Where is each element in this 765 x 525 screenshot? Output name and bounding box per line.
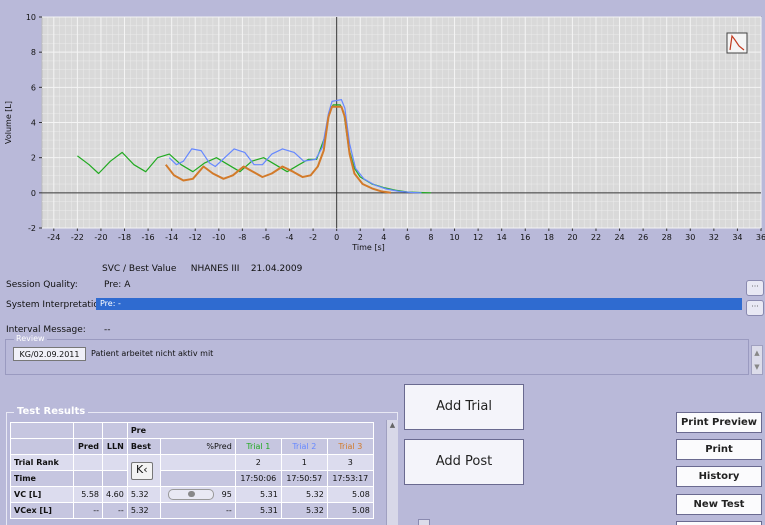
x-tick-label: 28	[662, 233, 672, 242]
x-tick-label: -2	[309, 233, 317, 242]
x-tick-label: 10	[449, 233, 459, 242]
x-tick-label: -14	[165, 233, 178, 242]
y-axis-label: Volume [L]	[4, 101, 13, 144]
review-tag-button[interactable]: KG/02.09.2011	[13, 347, 86, 361]
col-trial-1: Trial 1	[234, 438, 282, 455]
x-tick-label: 14	[497, 233, 507, 242]
x-tick-label: 8	[428, 233, 433, 242]
scroll-down-icon[interactable]: ▼	[752, 360, 762, 374]
x-tick-label: 24	[614, 233, 624, 242]
x-tick-label: -6	[262, 233, 270, 242]
slider-thumb[interactable]	[187, 491, 195, 497]
x-tick-label: -10	[212, 233, 225, 242]
pct-pred-value: 95	[221, 490, 232, 499]
interval-message-value: --	[104, 325, 111, 335]
next-button-edge[interactable]	[676, 521, 762, 525]
col-trial-2: Trial 2	[280, 438, 328, 455]
x-tick-label: 20	[567, 233, 577, 242]
y-tick-label: 8	[31, 48, 36, 57]
lung-curve-icon[interactable]	[726, 32, 748, 54]
y-tick-label: 0	[31, 189, 36, 198]
test-header: SVC / Best Value NHANES III 21.04.2009	[102, 264, 302, 274]
x-tick-label: -16	[142, 233, 155, 242]
table-row: VC [L] 5.58 4.60 5.32 95 5.31 5.32 5.08	[10, 486, 374, 503]
x-tick-label: 22	[591, 233, 601, 242]
system-interpretation-field[interactable]: Pre: -	[96, 298, 742, 310]
x-tick-label: 36	[756, 233, 765, 242]
small-checkbox[interactable]	[418, 519, 430, 525]
x-tick-label: 30	[685, 233, 695, 242]
table-row: Time 17:50:06 17:50:57 17:53:17	[10, 470, 374, 487]
x-tick-label: -12	[189, 233, 202, 242]
x-tick-label: 18	[544, 233, 554, 242]
test-date: 21.04.2009	[250, 264, 303, 274]
add-trial-button[interactable]: Add Trial	[404, 384, 524, 430]
x-tick-label: -4	[286, 233, 294, 242]
pre-group-label: Pre	[126, 422, 374, 439]
history-button[interactable]: History	[676, 466, 762, 487]
x-axis-label: Time [s]	[351, 243, 385, 252]
x-tick-label: 2	[358, 233, 363, 242]
y-tick-label: 4	[31, 119, 36, 128]
y-tick-label: 2	[31, 154, 36, 163]
col-pct-pred: %Pred	[159, 438, 236, 455]
row-label: Trial Rank	[10, 454, 74, 471]
x-tick-label: -22	[71, 233, 84, 242]
scroll-up-icon[interactable]: ▲	[752, 346, 762, 360]
row-label: VCex [L]	[10, 502, 74, 519]
x-tick-label: 16	[520, 233, 530, 242]
add-post-button[interactable]: Add Post	[404, 439, 524, 485]
new-test-button[interactable]: New Test	[676, 494, 762, 515]
y-tick-label: 10	[26, 13, 36, 22]
col-pred: Pred	[73, 438, 103, 455]
y-tick-label: -2	[28, 224, 36, 233]
scroll-up-icon[interactable]: ▲	[387, 420, 398, 430]
results-scrollbar[interactable]: ▲	[386, 420, 398, 525]
column-header-row: Pred LLN Best %Pred Trial 1 Trial 2 Tria…	[10, 438, 374, 455]
row-label: Time	[10, 470, 74, 487]
col-lln: LLN	[102, 438, 128, 455]
x-tick-label: 26	[638, 233, 648, 242]
x-tick-label: 34	[732, 233, 742, 242]
reference-label: NHANES III	[190, 264, 240, 274]
session-more-button[interactable]: ···	[746, 280, 764, 296]
row-label: VC [L]	[10, 486, 74, 503]
col-trial-3: Trial 3	[326, 438, 374, 455]
review-text[interactable]: Patient arbeitet nicht aktiv mit	[91, 349, 213, 358]
system-interpretation-label: System Interpretation:	[6, 300, 108, 310]
group-header-row: Pre	[10, 422, 374, 439]
x-tick-label: 6	[405, 233, 410, 242]
y-tick-label: 6	[31, 83, 36, 92]
table-row: VCex [L] -- -- 5.32 -- 5.31 5.32 5.08	[10, 502, 374, 519]
test-results-table: Pre Pred LLN Best %Pred Trial 1 Trial 2 …	[10, 422, 374, 519]
x-tick-label: -24	[47, 233, 60, 242]
test-results-title: Test Results	[14, 406, 89, 417]
x-tick-label: -18	[118, 233, 131, 242]
x-tick-label: 32	[709, 233, 719, 242]
col-best: Best	[126, 438, 161, 455]
review-scrollbar[interactable]: ▲ ▼	[751, 345, 763, 375]
x-tick-label: -20	[94, 233, 107, 242]
print-button[interactable]: Print	[676, 439, 762, 460]
x-tick-label: 0	[334, 233, 339, 242]
session-quality-label: Session Quality:	[6, 280, 78, 290]
x-tick-label: 4	[381, 233, 386, 242]
volume-time-chart: -24 -22 -20 -18 -16 -14 -12 -10 -8 -6 -4 -2 0 2 4 6 8 10 1…	[0, 0, 765, 258]
table-row: Trial Rank K‹ 2 1 3	[10, 454, 374, 487]
test-header-label: SVC / Best Value	[102, 264, 177, 274]
interpretation-more-button[interactable]: ···	[746, 300, 764, 316]
x-tick-label: 12	[473, 233, 483, 242]
x-tick-label: -8	[238, 233, 246, 242]
print-preview-button[interactable]: Print Preview	[676, 412, 762, 433]
best-select-button[interactable]: K‹	[130, 461, 153, 480]
review-legend: Review	[14, 334, 47, 343]
session-quality-value: Pre: A	[104, 280, 131, 290]
pct-pred-slider[interactable]	[167, 489, 214, 500]
